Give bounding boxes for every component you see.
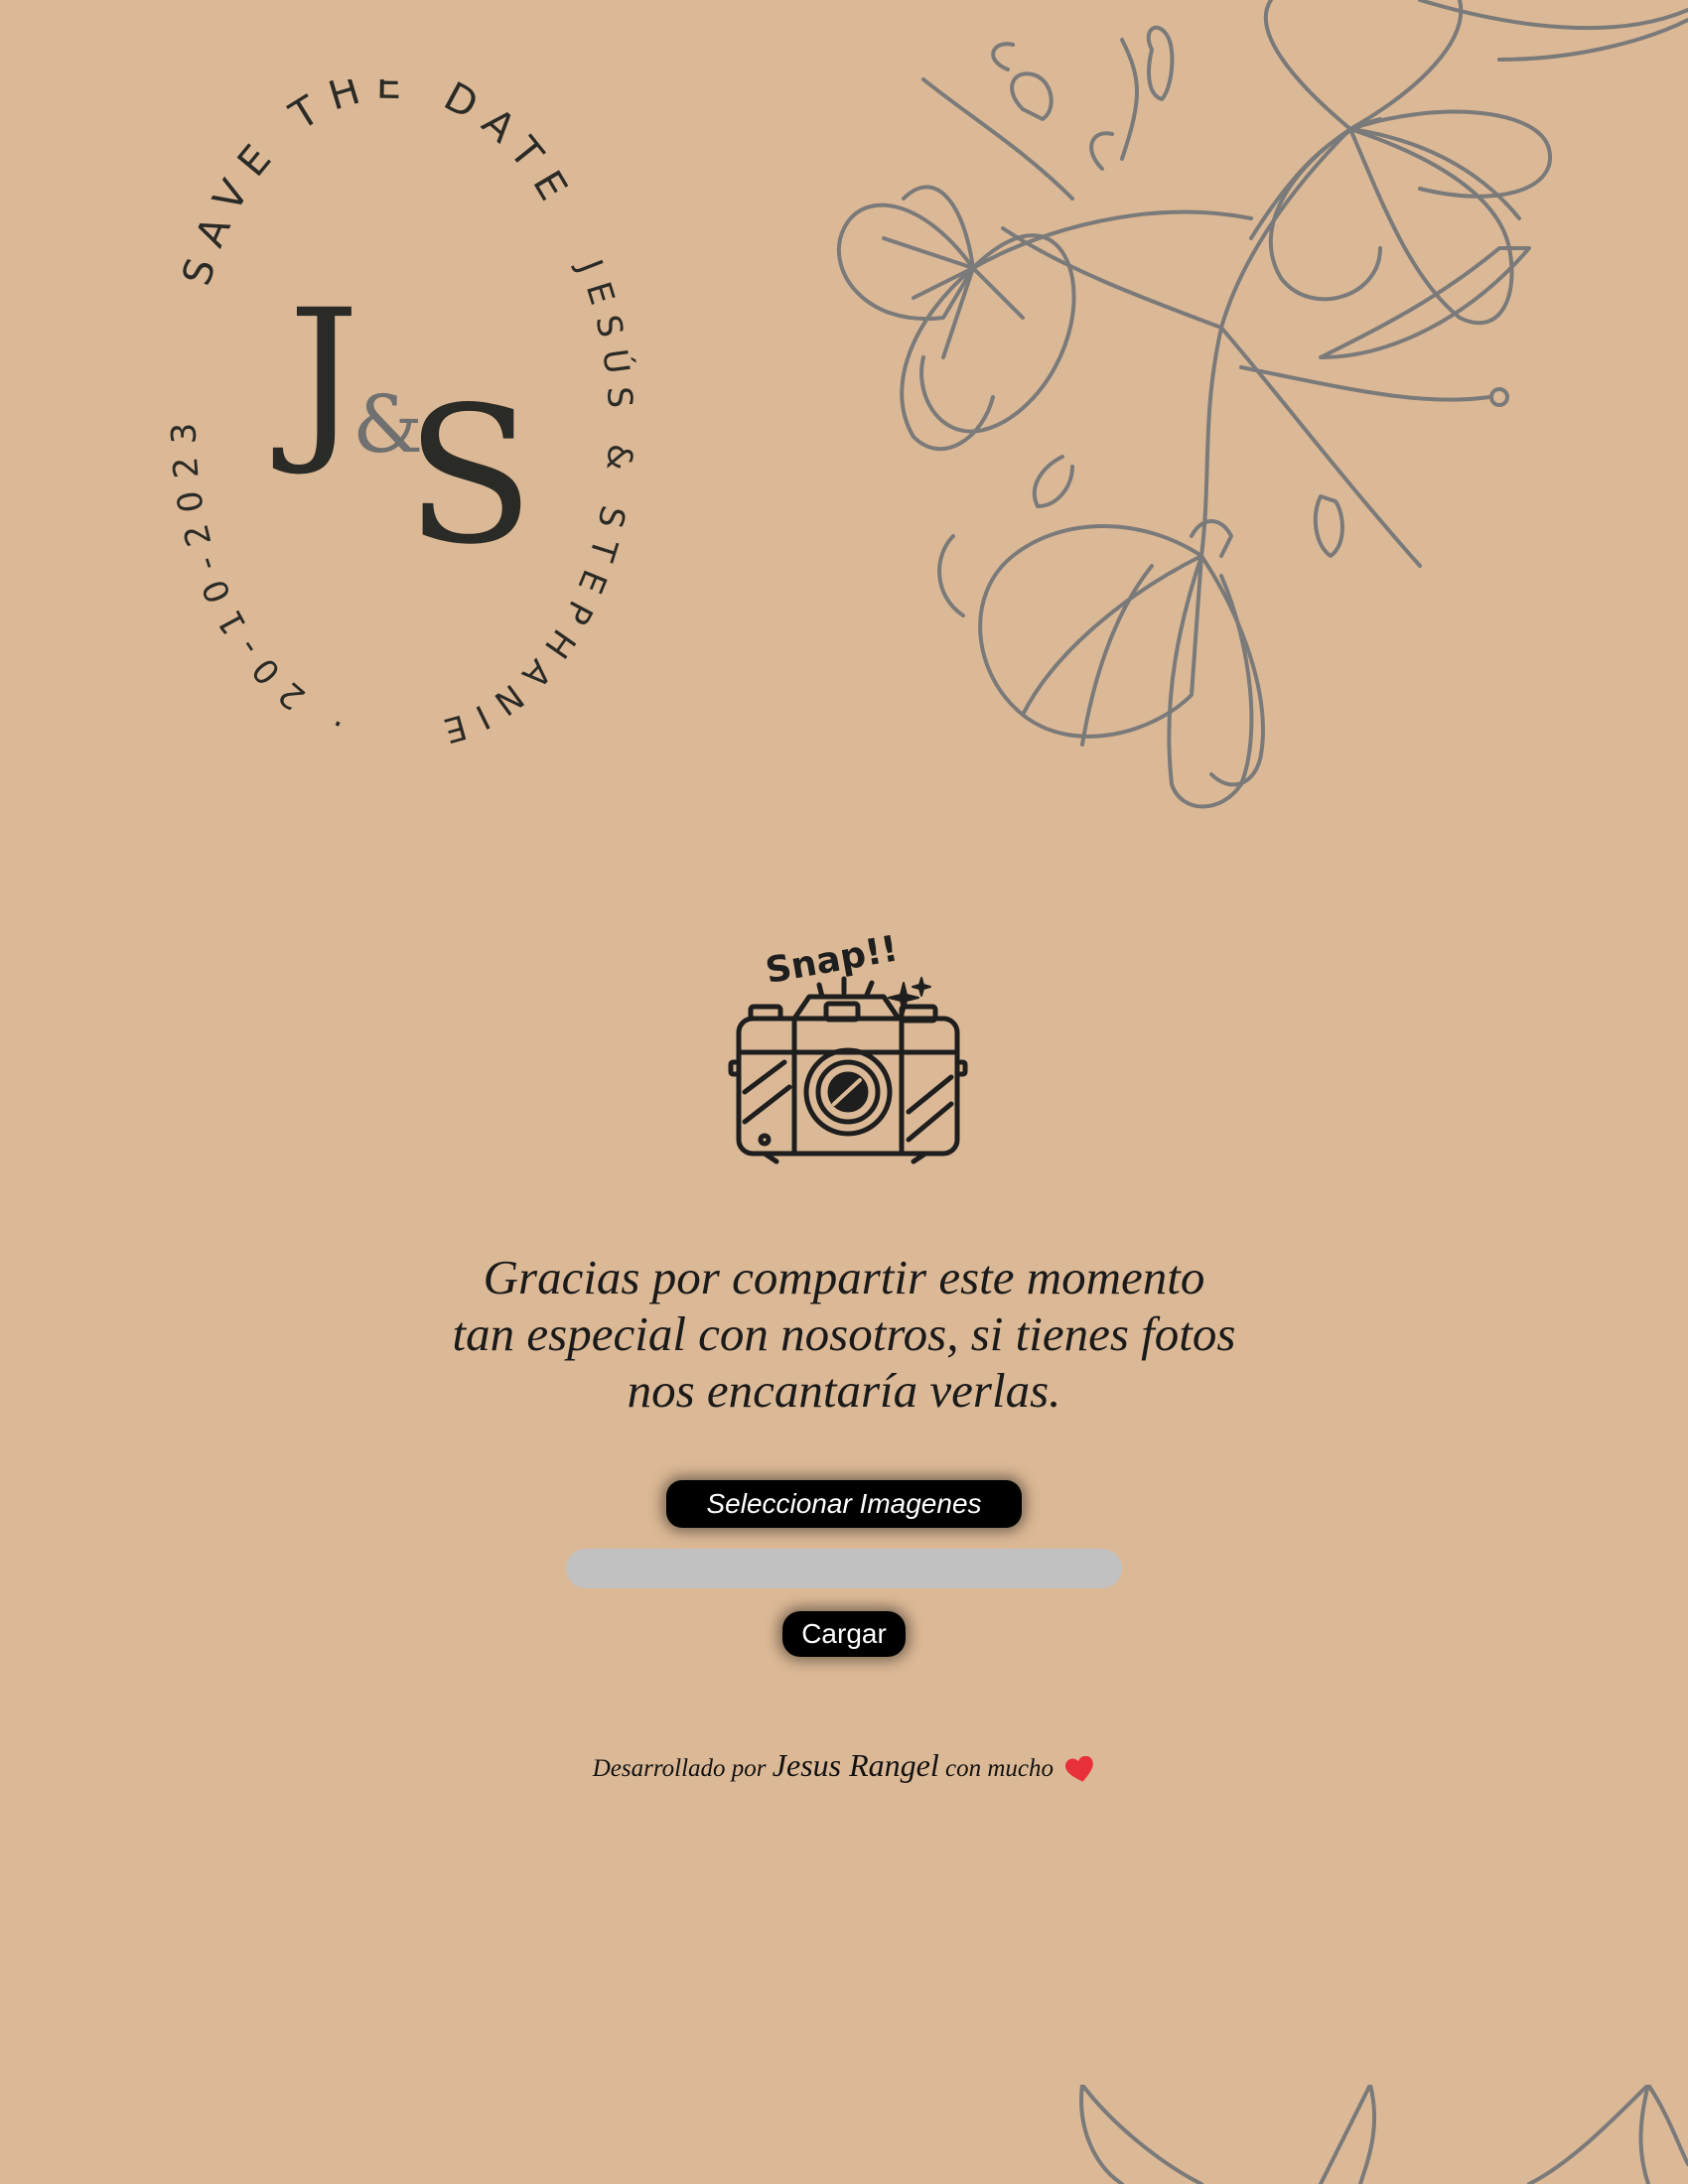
save-the-date-seal: SAVE THE DATE · JESÚS & STEPHANIE · 20-1… bbox=[149, 79, 629, 753]
footer-author: Jesus Rangel bbox=[772, 1747, 939, 1783]
flower-illustration-bottom bbox=[1079, 2085, 1688, 2184]
message-line-1: Gracias por compartir este momento bbox=[483, 1250, 1205, 1304]
svg-text:SAVE THE DATE ·: SAVE THE DATE · bbox=[149, 79, 596, 291]
seal-ring-top-text: SAVE THE DATE · bbox=[149, 79, 582, 291]
monogram-initial-j: J bbox=[272, 272, 359, 479]
snap-text: Snap!! bbox=[763, 928, 902, 992]
heart-icon bbox=[1065, 1756, 1093, 1783]
monogram-initial-s: S bbox=[405, 366, 534, 586]
message-line-3: nos encantaría verlas. bbox=[627, 1363, 1061, 1418]
footer-prefix: Desarrollado por bbox=[592, 1755, 767, 1782]
thank-you-message: Gracias por compartir este momento tan e… bbox=[328, 1249, 1360, 1419]
select-images-button[interactable]: Seleccionar Imagenes bbox=[666, 1480, 1022, 1528]
footer-credit: Desarrollado por Jesus Rangel con mucho bbox=[427, 1747, 1261, 1784]
upload-button[interactable]: Cargar bbox=[782, 1611, 906, 1657]
upload-progress-bar bbox=[566, 1549, 1122, 1588]
camera-icon: Snap!! bbox=[728, 928, 968, 1164]
message-line-2: tan especial con nosotros, si tienes fot… bbox=[452, 1306, 1236, 1361]
flower-illustration bbox=[837, 0, 1688, 809]
footer-suffix: con mucho bbox=[944, 1755, 1054, 1782]
